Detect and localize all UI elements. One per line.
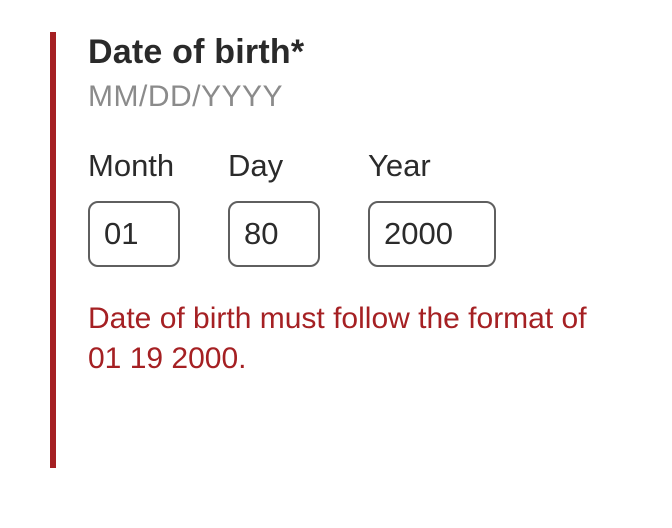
dob-fields-row: Month Day Year: [88, 149, 652, 267]
year-input[interactable]: [368, 201, 496, 267]
error-accent-bar: [50, 32, 56, 468]
field-group-legend: Date of birth*: [88, 32, 652, 73]
month-input[interactable]: [88, 201, 180, 267]
year-label: Year: [368, 149, 496, 183]
form-content: Date of birth* MM/DD/YYYY Month Day Year…: [88, 24, 652, 380]
validation-error-message: Date of birth must follow the format of …: [88, 299, 608, 380]
month-label: Month: [88, 149, 180, 183]
month-field: Month: [88, 149, 180, 267]
day-label: Day: [228, 149, 320, 183]
date-of-birth-form-group: Date of birth* MM/DD/YYYY Month Day Year…: [0, 0, 672, 528]
day-field: Day: [228, 149, 320, 267]
day-input[interactable]: [228, 201, 320, 267]
field-group-format-hint: MM/DD/YYYY: [88, 79, 652, 115]
year-field: Year: [368, 149, 496, 267]
